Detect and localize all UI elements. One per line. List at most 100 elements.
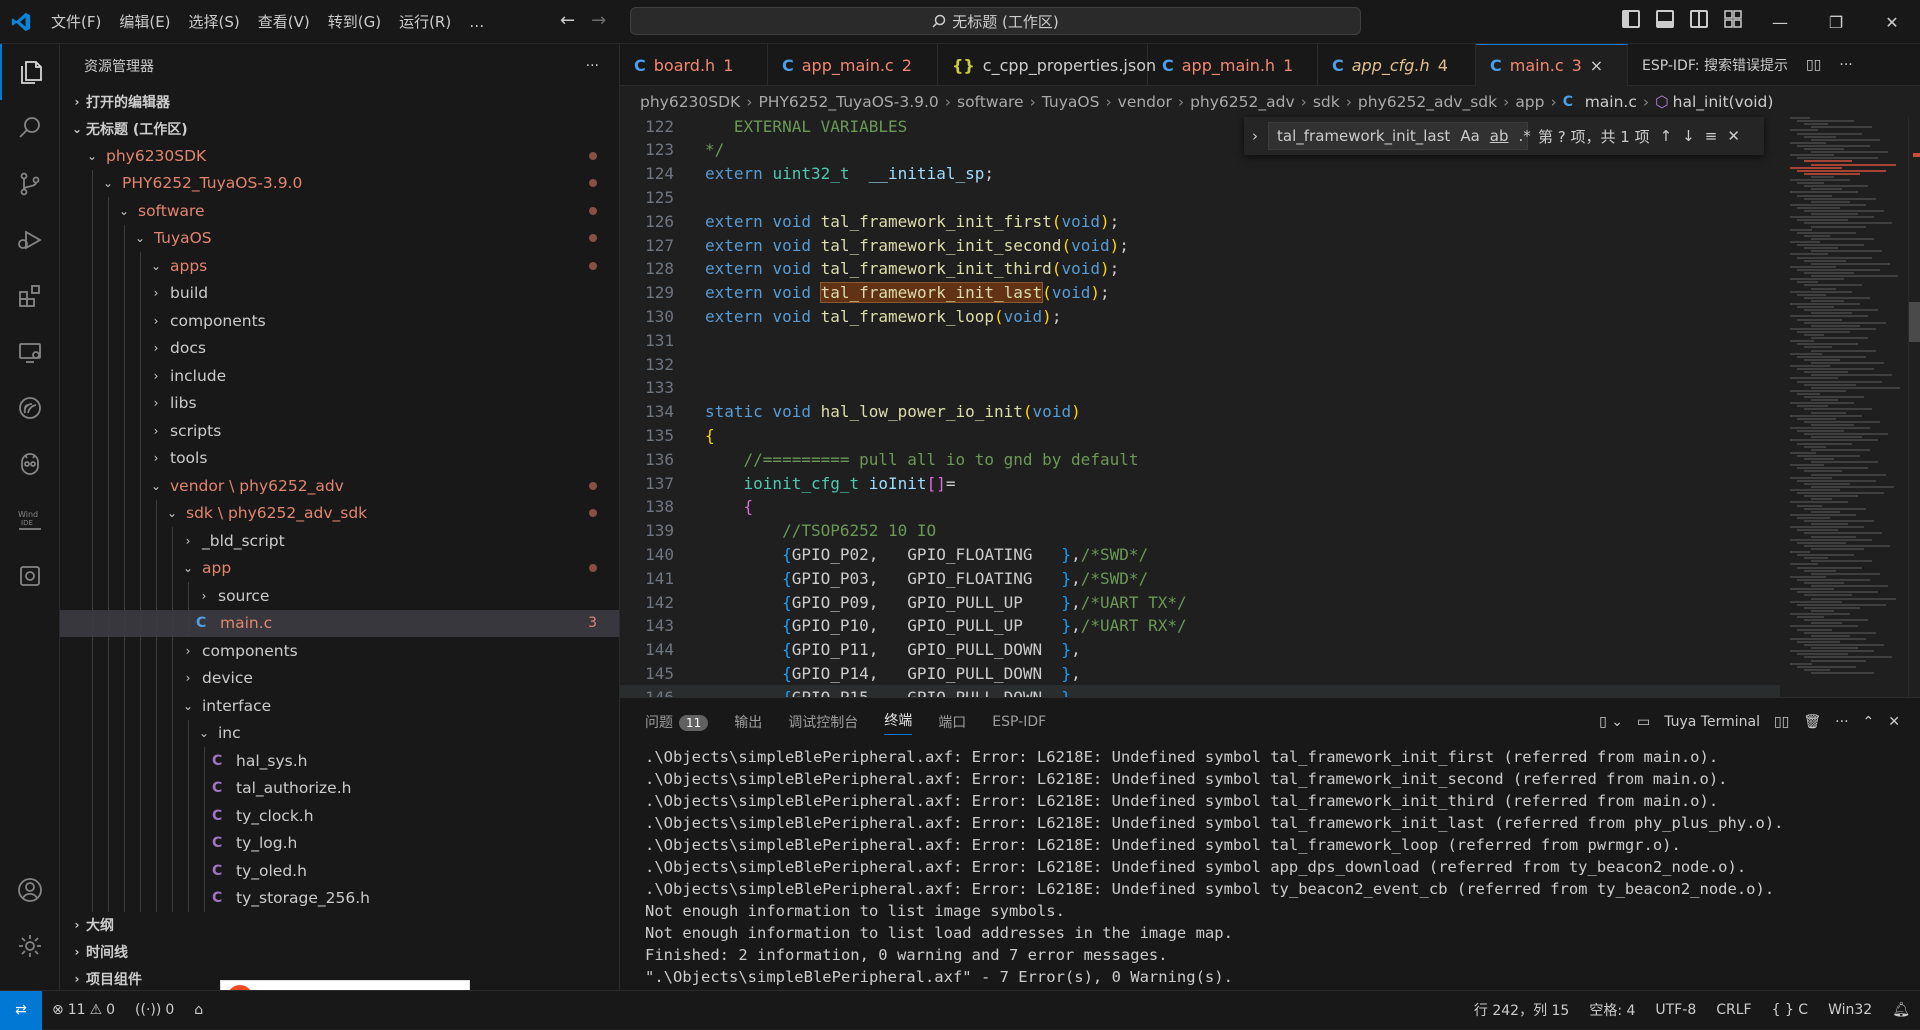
tab[interactable]: Capp_main.h 1 (1148, 44, 1318, 86)
panel-tab[interactable]: 问题 11 (645, 712, 709, 732)
language-mode[interactable]: { } C (1762, 1002, 1819, 1018)
menu-item[interactable]: 编辑(E) (110, 0, 179, 44)
tab[interactable]: Capp_main.c 2 (768, 44, 938, 86)
tree-item[interactable]: ⌄ app (60, 554, 619, 582)
close-tab-icon[interactable]: × (1590, 56, 1603, 75)
device-settings-icon[interactable] (0, 548, 60, 604)
tree-item[interactable]: Chal_sys.h (60, 747, 619, 775)
split-editor-icon[interactable]: ▯▯ (1806, 57, 1821, 73)
tree-item[interactable]: Cmain.c 3 (60, 609, 619, 637)
platform[interactable]: Win32 (1818, 1002, 1882, 1018)
manage-gear-icon[interactable] (0, 918, 60, 974)
more-actions-icon[interactable]: ··· (1835, 714, 1848, 730)
tree-item[interactable]: Cty_log.h (60, 829, 619, 857)
menu-item[interactable]: 转到(G) (319, 0, 390, 44)
toggle-secondary-sidebar-icon[interactable] (1690, 10, 1708, 28)
tree-item[interactable]: ⌄ sdk \ phy6252_adv_sdk (60, 499, 619, 527)
extensions-icon[interactable] (0, 268, 60, 324)
command-center-search[interactable]: 无标题 (工作区) (630, 7, 1361, 35)
remote-indicator-icon[interactable]: ⇄ (0, 990, 42, 1030)
run-debug-icon[interactable] (0, 212, 60, 268)
end-of-line[interactable]: CRLF (1706, 1002, 1761, 1018)
find-in-selection-icon[interactable]: ≡ (1705, 127, 1718, 145)
code-editor[interactable]: 122 EXTERNAL VARIABLES 123 */ 124 extern uin… (620, 117, 1780, 697)
tab[interactable]: Capp_cfg.h 4 (1318, 44, 1476, 86)
close-find-icon[interactable]: ✕ (1727, 127, 1740, 145)
explorer-icon[interactable] (0, 44, 60, 100)
launch-profile-icon[interactable]: ▯ ⌄ (1599, 714, 1623, 730)
breadcrumb-item[interactable]: phy6230SDK (640, 93, 740, 111)
tab[interactable]: {} c_cpp_properties.json (938, 44, 1156, 86)
breadcrumb-item[interactable]: TuyaOS (1042, 93, 1100, 111)
explorer-more-icon[interactable]: ··· (586, 58, 599, 74)
breadcrumb-item[interactable]: sdk (1313, 93, 1340, 111)
panel-tab[interactable]: 终端 (884, 710, 913, 735)
regex-icon[interactable]: .* (1518, 127, 1530, 145)
panel-tab[interactable]: 输出 (734, 712, 762, 732)
breadcrumb-item[interactable]: main.c (1585, 93, 1637, 111)
tree-item[interactable]: Cty_storage_256.h (60, 884, 619, 912)
platformio-alien-icon[interactable] (0, 436, 60, 492)
menu-item[interactable]: 文件(F) (42, 0, 110, 44)
tree-item[interactable]: ⌄ apps (60, 252, 619, 280)
tree-item[interactable]: › _bld_script (60, 527, 619, 555)
tree-item[interactable]: Ctal_authorize.h (60, 774, 619, 802)
panel-tab[interactable]: 端口 (938, 712, 966, 732)
indentation[interactable]: 空格: 4 (1579, 1000, 1645, 1020)
breadcrumb-item[interactable]: PHY6252_TuyaOS-3.9.0 (758, 93, 938, 111)
tree-item[interactable]: ⌄ TuyaOS (60, 224, 619, 252)
menu-item[interactable]: 运行(R) (390, 0, 460, 44)
minimize-icon[interactable]: — (1752, 0, 1808, 44)
breadcrumb-item[interactable]: hal_init(void) (1673, 93, 1774, 111)
next-match-icon[interactable]: ↓ (1682, 127, 1695, 145)
esp-idf-search-hint[interactable]: ESP-IDF: 搜索错误提示 (1642, 55, 1788, 75)
tree-item[interactable]: › scripts (60, 417, 619, 445)
tree-item[interactable]: ⌄ PHY6252_TuyaOS-3.9.0 (60, 169, 619, 197)
tree-item[interactable]: › include (60, 362, 619, 390)
tree-item[interactable]: › docs (60, 334, 619, 362)
panel-tab[interactable]: ESP-IDF (992, 714, 1046, 730)
workspace-section[interactable]: ⌄ 无标题 (工作区) (60, 115, 619, 142)
account-icon[interactable] (0, 862, 60, 918)
tree-item[interactable]: ⌄ vendor \ phy6252_adv (60, 472, 619, 500)
tree-item[interactable]: ⌄ inc (60, 719, 619, 747)
esp-idf-icon[interactable] (0, 380, 60, 436)
previous-match-icon[interactable]: ↑ (1660, 127, 1673, 145)
maximize-panel-icon[interactable]: ⌃ (1863, 714, 1875, 730)
kill-terminal-icon[interactable]: 🗑︎ (1803, 714, 1821, 730)
forward-icon[interactable]: → (591, 10, 606, 31)
restore-icon[interactable]: ❐ (1808, 0, 1864, 44)
tree-item[interactable]: Cty_oled.h (60, 857, 619, 885)
tree-item[interactable]: › device (60, 664, 619, 692)
home-icon[interactable]: ⌂ (184, 1002, 213, 1018)
menu-item[interactable]: … (460, 0, 493, 44)
tree-item[interactable]: Cty_clock.h (60, 802, 619, 830)
notifications-bell-icon[interactable]: 🔔︎ (1882, 1002, 1920, 1018)
close-window-icon[interactable]: ✕ (1864, 0, 1920, 44)
customize-layout-icon[interactable] (1724, 10, 1742, 28)
breadcrumb-item[interactable]: phy6252_adv (1190, 93, 1295, 111)
tree-item[interactable]: › source (60, 582, 619, 610)
match-case-icon[interactable]: Aa (1460, 127, 1479, 145)
ports-status[interactable]: ((·)) 0 (125, 1002, 184, 1018)
split-terminal-icon[interactable]: ▯▯ (1774, 714, 1789, 730)
problems-status[interactable]: ⊗ 11 ⚠ 0 (42, 1002, 125, 1018)
close-panel-icon[interactable]: ✕ (1888, 714, 1900, 730)
match-word-icon[interactable]: ab (1490, 127, 1509, 145)
source-control-icon[interactable] (0, 156, 60, 212)
wind-ide-icon[interactable]: Wind IDE (0, 492, 60, 548)
open-editors-section[interactable]: › 打开的编辑器 (60, 88, 619, 115)
menu-item[interactable]: 查看(V) (249, 0, 319, 44)
editor-scrollbar[interactable] (1908, 117, 1920, 697)
back-icon[interactable]: ← (560, 10, 575, 31)
tree-item[interactable]: › build (60, 279, 619, 307)
timeline-section[interactable]: › 时间线 (60, 938, 619, 965)
more-actions-icon[interactable]: ··· (1839, 57, 1852, 73)
breadcrumb-item[interactable]: vendor (1118, 93, 1172, 111)
scroll-thumb[interactable] (1909, 302, 1920, 342)
toggle-primary-sidebar-icon[interactable] (1622, 10, 1640, 28)
find-input[interactable]: tal_framework_init_last Aa ab .* (1268, 122, 1531, 150)
tree-item[interactable]: › libs (60, 389, 619, 417)
remote-explorer-icon[interactable] (0, 324, 60, 380)
tab[interactable]: Cboard.h 1 (620, 44, 768, 86)
